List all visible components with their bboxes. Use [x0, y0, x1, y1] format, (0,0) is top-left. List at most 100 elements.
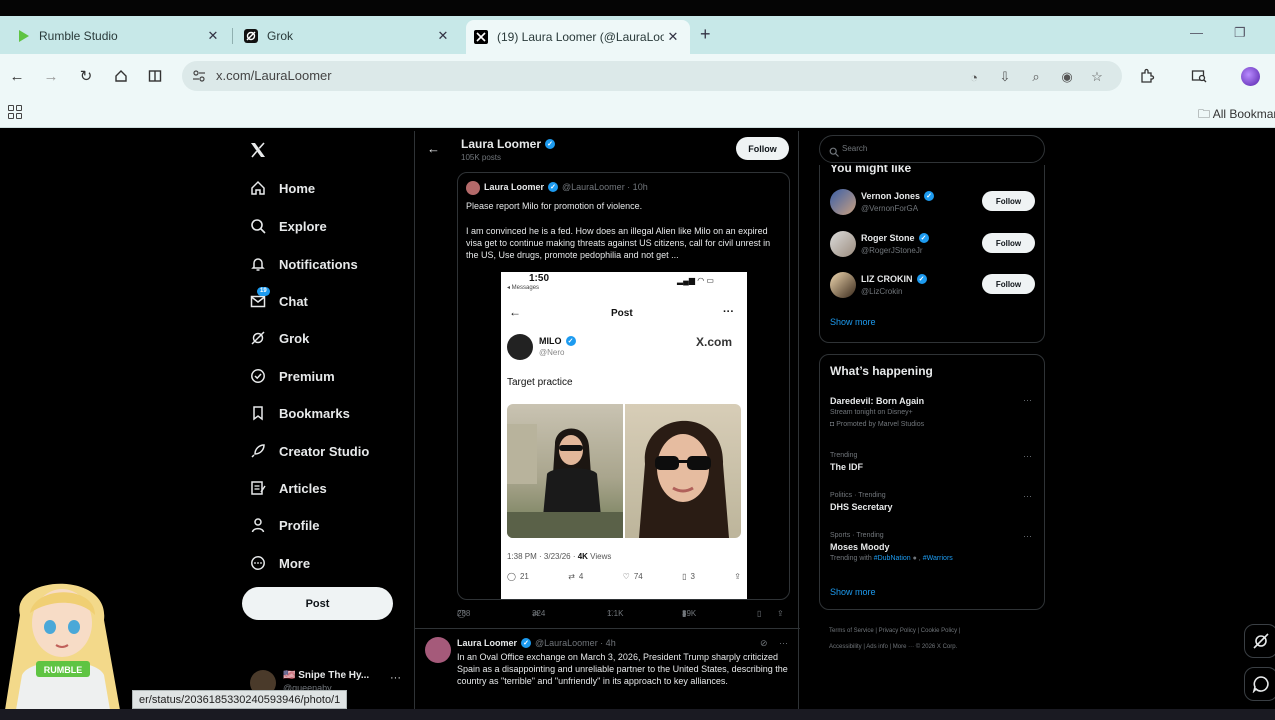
x-logo-icon[interactable] — [249, 141, 269, 161]
close-icon[interactable]: ✕ — [204, 28, 222, 44]
nav-grok[interactable]: Grok — [249, 327, 309, 349]
reload-icon[interactable]: ↻ — [76, 66, 96, 86]
profile-avatar[interactable] — [1241, 67, 1260, 86]
tab-search-icon[interactable] — [1190, 67, 1208, 85]
bookmark-icon: ▯ — [682, 572, 687, 581]
extensions-icon[interactable] — [1138, 67, 1156, 85]
trend-item[interactable]: Trending The IDF ··· — [830, 451, 1036, 473]
all-bookmarks[interactable]: 🗀 All Bookmarks — [1198, 105, 1275, 126]
site-info-icon[interactable] — [192, 69, 206, 83]
bell-icon — [249, 255, 267, 273]
overlay-logo-text: RUMBLE — [44, 665, 83, 675]
more-dots-icon[interactable]: ··· — [1023, 451, 1032, 461]
trend-item[interactable]: Daredevil: Born Again Stream tonight on … — [830, 395, 1036, 431]
avatar[interactable] — [425, 637, 451, 663]
minimize-icon[interactable]: — — [1190, 25, 1203, 40]
nav-bookmarks[interactable]: Bookmarks — [249, 402, 350, 424]
phone-bookmark: ▯ 3 — [682, 572, 695, 581]
nav-premium[interactable]: Premium — [249, 365, 335, 387]
nav-notifications[interactable]: Notifications — [249, 253, 358, 275]
nav-creator-studio[interactable]: Creator Studio — [249, 440, 369, 462]
back-icon[interactable]: ← — [7, 66, 27, 86]
mail-icon: 19 — [249, 287, 270, 310]
follow-suggestion[interactable]: Roger Stone ✓ @RogerJStoneJr Follow — [830, 231, 1036, 259]
trend-item[interactable]: Sports · Trending Moses Moody Trending w… — [830, 531, 1036, 565]
close-icon[interactable]: ✕ — [664, 29, 682, 45]
screenshot-image[interactable]: 1:50 ◂ Messages ▂▄▆ ◠ ▭ ← Post ··· MILO … — [501, 272, 747, 599]
verified-icon: ✓ — [918, 233, 929, 243]
follow-suggestion[interactable]: Vernon Jones ✓ @VernonForGA Follow — [830, 189, 1036, 217]
folder-icon: 🗀 — [1198, 107, 1213, 121]
search-placeholder: Search — [842, 144, 868, 153]
new-tab-button[interactable]: + — [700, 24, 711, 45]
post-actions: ◯ 288 ⇄ 324 ♡ 1.1K ▮ 39K ▯ ⇪ — [457, 609, 784, 618]
nav-explore[interactable]: Explore — [249, 215, 327, 237]
grok-float-button[interactable] — [1244, 624, 1275, 658]
follow-button[interactable]: Follow — [982, 274, 1035, 294]
post-author: Laura Loomer ✓ @LauraLoomer · 4h — [457, 638, 616, 648]
follow-button[interactable]: Follow — [982, 191, 1035, 211]
reply-icon: ◯ — [507, 572, 516, 581]
bookmark-icon: ▯ — [757, 609, 762, 618]
chat-badge: 19 — [257, 287, 270, 296]
forward-icon[interactable]: → — [41, 66, 61, 86]
phone-text: Target practice — [507, 377, 573, 388]
post-item[interactable]: Laura Loomer ✓ @LauraLoomer · 4h ⊘ ··· I… — [415, 628, 800, 720]
post-button[interactable]: Post — [242, 587, 393, 620]
phone-actions: ◯ 21 ⇄ 4 ♡ 74 ▯ 3 ⇪ — [507, 572, 741, 581]
install-app-icon[interactable]: ⇩ — [997, 69, 1013, 85]
trend-item[interactable]: Politics · Trending DHS Secretary ··· — [830, 491, 1036, 513]
apps-grid-icon[interactable] — [8, 105, 22, 119]
nav-chat[interactable]: 19 Chat — [249, 287, 308, 312]
search-icon — [829, 144, 839, 157]
quote-author: Laura Loomer ✓ @LauraLoomer · 10h — [484, 182, 648, 192]
back-arrow-icon: ← — [509, 305, 521, 319]
top-band — [0, 0, 1275, 16]
nav-more[interactable]: More — [249, 552, 310, 574]
follow-button[interactable]: Follow — [982, 233, 1035, 253]
follow-suggestion[interactable]: LIZ CROKIN ✓ @LizCrokin Follow — [830, 272, 1036, 300]
footer-links: Terms of Service | Privacy Policy | Cook… — [829, 628, 961, 650]
grok-icon[interactable]: ⊘ — [760, 638, 768, 649]
card-title: You might like — [830, 165, 912, 175]
tab-rumble-studio[interactable]: Rumble Studio ✕ — [0, 20, 230, 52]
x-page: Home Explore Notifications 19 Chat Grok … — [0, 131, 1275, 720]
nav-profile[interactable]: Profile — [249, 514, 319, 536]
restore-icon[interactable]: ❐ — [1234, 25, 1246, 41]
phone-messages: ◂ Messages — [507, 285, 540, 291]
chat-float-button[interactable] — [1244, 667, 1275, 701]
phone-time: 1:50 — [529, 273, 550, 284]
back-arrow-icon[interactable]: ← — [427, 141, 440, 156]
eye-icon[interactable]: ◉ — [1059, 69, 1075, 85]
nav-home[interactable]: Home — [249, 177, 315, 199]
main-column: ← Laura Loomer ✓ 105K posts Follow Laura… — [414, 131, 800, 720]
more-dots-icon[interactable]: ··· — [1023, 395, 1032, 405]
whats-happening-card: What’s happening Daredevil: Born Again S… — [819, 354, 1045, 610]
more-dots-icon[interactable]: ··· — [390, 672, 401, 684]
more-dots-icon[interactable]: ··· — [1023, 491, 1032, 501]
show-more-link[interactable]: Show more — [830, 317, 876, 327]
avatar — [466, 181, 480, 195]
premium-icon — [249, 367, 267, 385]
phone-status-icons: ▂▄▆ ◠ ▭ — [677, 276, 714, 285]
tab-grok[interactable]: Grok ✕ — [228, 20, 460, 52]
address-bar[interactable]: x.com/LauraLoomer ◔ ⇩ ⌕ ◉ ☆ — [182, 61, 1122, 91]
tab-x-profile[interactable]: (19) Laura Loomer (@LauraLoomer ✕ — [466, 20, 690, 54]
split-view-icon[interactable] — [145, 66, 165, 86]
star-icon[interactable]: ☆ — [1089, 69, 1105, 85]
verified-icon: ✓ — [924, 191, 935, 201]
show-more-link[interactable]: Show more — [830, 587, 876, 597]
more-dots-icon[interactable]: ··· — [1023, 531, 1032, 541]
avatar — [830, 272, 856, 298]
zoom-icon[interactable]: ⌕ — [1028, 69, 1044, 85]
performance-icon[interactable]: ◔ — [966, 69, 982, 85]
home-icon[interactable] — [111, 66, 131, 86]
nav-articles[interactable]: Articles — [249, 477, 327, 499]
avatar — [507, 334, 533, 360]
search-input[interactable]: Search — [819, 135, 1045, 163]
search-icon — [249, 217, 267, 235]
more-dots-icon[interactable]: ··· — [779, 638, 788, 648]
close-icon[interactable]: ✕ — [434, 28, 452, 44]
follow-button[interactable]: Follow — [736, 137, 789, 160]
quoted-post[interactable]: Laura Loomer ✓ @LauraLoomer · 10h Please… — [457, 172, 790, 600]
